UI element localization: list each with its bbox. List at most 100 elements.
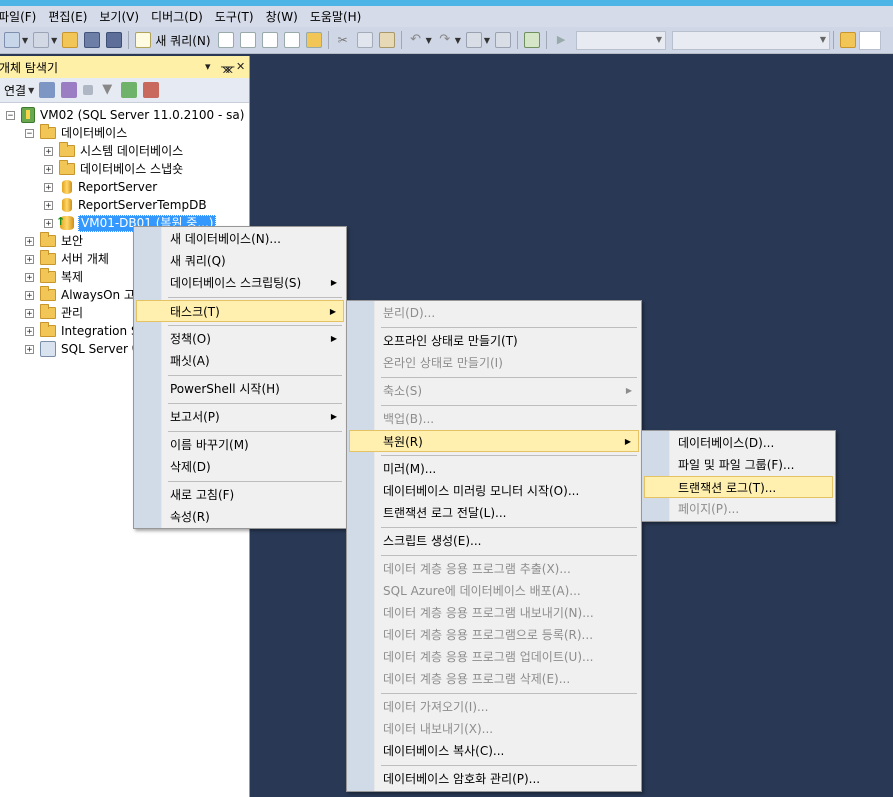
menu-item-mirror[interactable]: 미러(M)... bbox=[349, 458, 639, 480]
expand-icon[interactable]: + bbox=[25, 254, 34, 264]
tree-node-reportserver[interactable]: + ReportServer bbox=[44, 178, 157, 196]
menu-view[interactable]: 보기(V) bbox=[93, 7, 145, 27]
xmla-query-icon[interactable] bbox=[283, 32, 300, 48]
connect-dropdown-icon[interactable]: ▼ bbox=[28, 86, 34, 95]
find-in-files-icon[interactable] bbox=[840, 32, 857, 48]
cut-icon[interactable]: ✂ bbox=[335, 32, 351, 48]
add-item-icon[interactable] bbox=[33, 32, 50, 48]
undo-dropdown-icon[interactable]: ▼ bbox=[426, 36, 432, 45]
mdx-query-icon[interactable] bbox=[239, 32, 256, 48]
refresh-icon[interactable] bbox=[121, 82, 138, 98]
tree-node-management[interactable]: + 관리 bbox=[25, 304, 83, 322]
navigate-backward-icon[interactable] bbox=[465, 32, 482, 48]
menu-item-restore[interactable]: 복원(R) ▶ bbox=[349, 430, 639, 452]
menu-item-copy-database[interactable]: 데이터베이스 복사(C)... bbox=[349, 740, 639, 762]
navigate-backward-dropdown-icon[interactable]: ▼ bbox=[484, 36, 490, 45]
redo-dropdown-icon[interactable]: ▼ bbox=[455, 36, 461, 45]
menu-item-ship-transaction-logs[interactable]: 트랜잭션 로그 전달(L)... bbox=[349, 502, 639, 524]
menu-file[interactable]: 파일(F) bbox=[0, 7, 42, 27]
tree-node-replication[interactable]: + 복제 bbox=[25, 268, 83, 286]
menu-item-script-database[interactable]: 데이터베이스 스크립팅(S) ▶ bbox=[136, 272, 344, 294]
menu-item-take-offline[interactable]: 오프라인 상태로 만들기(T) bbox=[349, 330, 639, 352]
menu-item-properties[interactable]: 속성(R) bbox=[136, 506, 344, 528]
menu-item-refresh[interactable]: 새로 고침(F) bbox=[136, 484, 344, 506]
analysis-query-icon[interactable] bbox=[305, 32, 322, 48]
expand-icon[interactable]: + bbox=[25, 272, 34, 282]
expand-icon[interactable]: + bbox=[44, 182, 53, 192]
activity-monitor-icon[interactable] bbox=[143, 82, 160, 98]
undo-icon[interactable]: ↶ bbox=[408, 32, 424, 48]
add-item-dropdown-icon[interactable]: ▼ bbox=[51, 36, 57, 45]
window-position-icon[interactable]: ▾ bbox=[205, 60, 211, 73]
menu-item-facets[interactable]: 패싯(A) bbox=[136, 350, 344, 372]
menu-item-manage-encryption[interactable]: 데이터베이스 암호화 관리(P)... bbox=[349, 768, 639, 790]
dmx-query-icon[interactable] bbox=[261, 32, 278, 48]
find-combo[interactable] bbox=[859, 30, 882, 50]
open-file-icon[interactable] bbox=[62, 32, 79, 48]
menu-item-shrink: 축소(S) ▶ bbox=[349, 380, 639, 402]
menu-item-generate-scripts[interactable]: 스크립트 생성(E)... bbox=[349, 530, 639, 552]
expand-icon[interactable]: + bbox=[25, 326, 34, 336]
tree-node-databases[interactable]: − 데이터베이스 bbox=[25, 124, 127, 142]
menu-item-delete[interactable]: 삭제(D) bbox=[136, 456, 344, 478]
tree-node-security[interactable]: + 보안 bbox=[25, 232, 83, 250]
stop-icon[interactable] bbox=[83, 85, 94, 95]
tree-node-server-objects[interactable]: + 서버 개체 bbox=[25, 250, 109, 268]
navigate-forward-icon[interactable] bbox=[495, 32, 512, 48]
activity-monitor-icon[interactable] bbox=[524, 32, 541, 48]
database-engine-query-icon[interactable] bbox=[217, 32, 234, 48]
collapse-icon[interactable]: − bbox=[25, 128, 34, 138]
tree-node-reportservertempdb[interactable]: + ReportServerTempDB bbox=[44, 196, 207, 214]
connect-button[interactable]: 연결 bbox=[4, 82, 26, 99]
menu-item-restore-files-filegroups[interactable]: 파일 및 파일 그룹(F)... bbox=[644, 454, 833, 476]
new-project-icon[interactable] bbox=[4, 32, 20, 48]
expand-icon[interactable]: + bbox=[25, 290, 34, 300]
menu-help[interactable]: 도움말(H) bbox=[304, 7, 368, 27]
close-icon[interactable]: ✕ bbox=[236, 60, 245, 73]
redo-icon[interactable]: ↷ bbox=[437, 32, 453, 48]
expand-icon[interactable]: + bbox=[25, 344, 34, 354]
menu-item-reports[interactable]: 보고서(P) ▶ bbox=[136, 406, 344, 428]
connect-object-explorer-icon[interactable] bbox=[39, 82, 56, 98]
collapse-icon[interactable]: − bbox=[6, 110, 15, 120]
filter-icon[interactable]: ▼ bbox=[99, 82, 115, 98]
new-project-dropdown-icon[interactable]: ▼ bbox=[22, 36, 28, 45]
menu-debug[interactable]: 디버그(D) bbox=[145, 7, 209, 27]
expand-icon[interactable]: + bbox=[25, 236, 34, 246]
new-query-button[interactable]: 새 쿼리(N) bbox=[155, 32, 210, 49]
menu-tools[interactable]: 도구(T) bbox=[209, 7, 260, 27]
paste-icon[interactable] bbox=[378, 32, 395, 48]
menu-item-launch-mirroring-monitor[interactable]: 데이터베이스 미러링 모니터 시작(O)... bbox=[349, 480, 639, 502]
tree-node-label: ReportServer bbox=[78, 180, 158, 194]
menu-edit[interactable]: 편집(E) bbox=[42, 7, 93, 27]
save-all-icon[interactable] bbox=[106, 32, 123, 48]
expand-icon[interactable]: + bbox=[25, 308, 34, 318]
object-explorer-toolbar: 연결 ▼ ▼ bbox=[0, 78, 249, 103]
new-query-icon[interactable] bbox=[135, 32, 152, 48]
solution-config-combo[interactable]: ▼ bbox=[576, 30, 667, 50]
execute-icon[interactable]: ▶ bbox=[553, 32, 569, 48]
menu-item-policies[interactable]: 정책(O) ▶ bbox=[136, 328, 344, 350]
menu-item-start-powershell[interactable]: PowerShell 시작(H) bbox=[136, 378, 344, 400]
copy-icon[interactable] bbox=[356, 32, 373, 48]
menu-window[interactable]: 창(W) bbox=[260, 7, 304, 27]
menu-item-restore-database[interactable]: 데이터베이스(D)... bbox=[644, 432, 833, 454]
tree-node-system-databases[interactable]: + 시스템 데이터베이스 bbox=[44, 142, 183, 160]
auto-hide-pin-icon[interactable]: ᚘ bbox=[221, 60, 234, 73]
menu-item-restore-transaction-log[interactable]: 트랜잭션 로그(T)... bbox=[644, 476, 833, 498]
expand-icon[interactable]: + bbox=[44, 146, 53, 156]
menu-item-new-query[interactable]: 새 쿼리(Q) bbox=[136, 250, 344, 272]
tree-node-server[interactable]: − VM02 (SQL Server 11.0.2100 - sa) bbox=[6, 106, 244, 124]
save-icon[interactable] bbox=[84, 32, 101, 48]
tree-node-label: ReportServerTempDB bbox=[78, 198, 207, 212]
expand-icon[interactable]: + bbox=[44, 200, 53, 210]
expand-icon[interactable]: + bbox=[44, 164, 53, 174]
menu-item-rename[interactable]: 이름 바꾸기(M) bbox=[136, 434, 344, 456]
menu-item-new-database[interactable]: 새 데이터베이스(N)... bbox=[136, 228, 344, 250]
menu-item-tasks[interactable]: 태스크(T) ▶ bbox=[136, 300, 344, 322]
expand-icon[interactable]: + bbox=[44, 218, 53, 228]
disconnect-icon[interactable] bbox=[61, 82, 78, 98]
menu-separator bbox=[381, 455, 637, 456]
tree-node-database-snapshots[interactable]: + 데이터베이스 스냅숏 bbox=[44, 160, 183, 178]
platform-combo[interactable]: ▼ bbox=[672, 30, 831, 50]
